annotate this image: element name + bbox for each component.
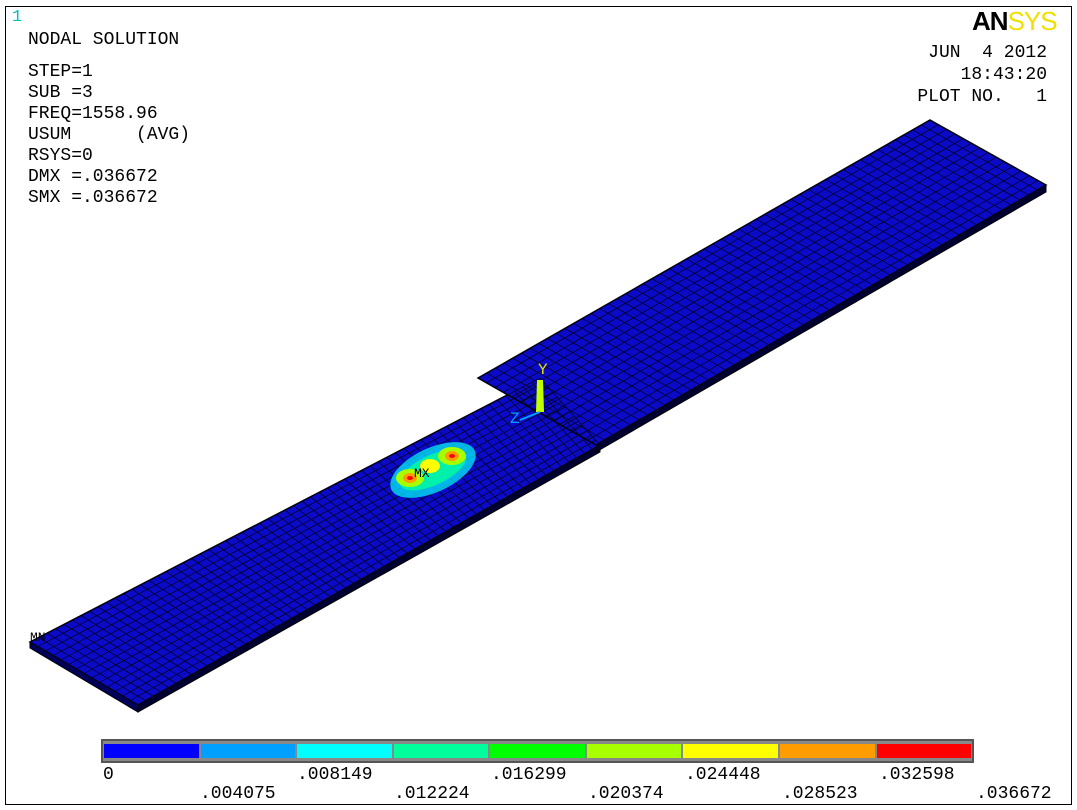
legend-band-0: [104, 744, 199, 758]
plot-number: PLOT NO. 1: [917, 87, 1047, 107]
legend-band-4: [490, 744, 585, 758]
legend-label-top: .032598: [879, 765, 955, 785]
triad-y-label: Y: [538, 361, 548, 379]
legend-band-2: [297, 744, 392, 758]
logo-sys: SYS: [1007, 6, 1058, 36]
logo-an: AN: [972, 6, 1009, 36]
legend-band-7: [779, 744, 875, 758]
contour-legend: [101, 739, 974, 763]
legend-label-top: .016299: [491, 765, 567, 785]
legend-band-3: [393, 744, 489, 758]
min-marker: MN: [30, 630, 46, 645]
legend-band-8: [876, 744, 972, 758]
window-number: 1: [12, 8, 23, 27]
lower-plate: [28, 377, 602, 713]
info-step: STEP=1: [28, 62, 93, 82]
solution-title: NODAL SOLUTION: [28, 30, 180, 50]
legend-label-top: 0: [103, 765, 114, 785]
legend-label-top: .008149: [297, 765, 373, 785]
legend-band-1: [200, 744, 296, 758]
legend-label-top: .024448: [685, 765, 761, 785]
info-sub: SUB =3: [28, 83, 93, 103]
info-usum: USUM (AVG): [28, 125, 191, 145]
legend-label-bottom: .004075: [200, 784, 276, 804]
legend-label-bottom: .028523: [782, 784, 858, 804]
legend-band-6: [683, 744, 778, 758]
info-dmx: DMX =.036672: [28, 167, 158, 187]
plot-date: JUN 4 2012: [928, 43, 1047, 63]
info-smx: SMX =.036672: [28, 188, 158, 208]
ansys-logo: ANSYS: [972, 6, 1058, 37]
legend-label-bottom: .036672: [976, 784, 1052, 804]
max-marker: MX: [414, 466, 430, 481]
upper-plate: [476, 119, 1048, 453]
legend-label-bottom: .020374: [588, 784, 664, 804]
model-viewport[interactable]: [0, 0, 1077, 810]
legend-label-bottom: .012224: [394, 784, 470, 804]
info-freq: FREQ=1558.96: [28, 104, 158, 124]
info-rsys: RSYS=0: [28, 146, 93, 166]
triad-z-label: Z: [510, 410, 520, 428]
legend-band-5: [586, 744, 682, 758]
plot-time: 18:43:20: [960, 65, 1047, 85]
